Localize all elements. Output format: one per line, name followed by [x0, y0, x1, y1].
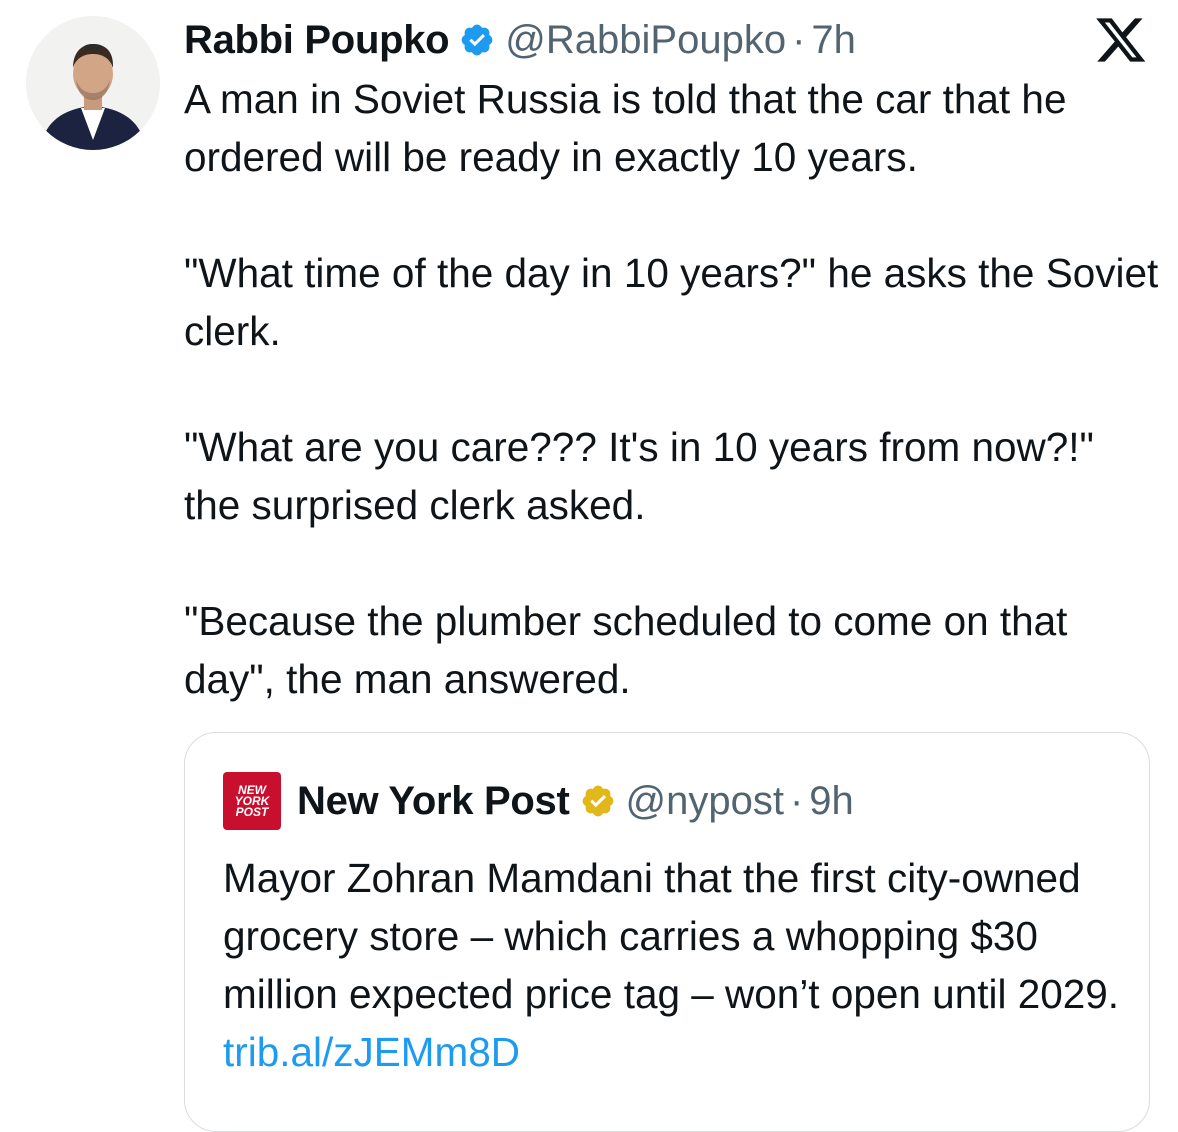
quoted-tweet-header: NEW YORK POST New York Post @nypost · 9h	[223, 772, 854, 830]
quoted-tweet-card[interactable]: NEW YORK POST New York Post @nypost · 9h…	[184, 732, 1150, 1132]
timestamp[interactable]: 7h	[811, 18, 856, 63]
tweet-paragraph: "What time of the day in 10 years?" he a…	[184, 250, 1159, 354]
quoted-tweet-text: Mayor Zohran Mamdani that the first city…	[223, 855, 1120, 1017]
quoted-tweet-body: Mayor Zohran Mamdani that the first city…	[223, 849, 1123, 1081]
tweet-paragraph: "What are you care??? It's in 10 years f…	[184, 424, 1094, 528]
quoted-tweet-link[interactable]: trib.al/zJEMm8D	[223, 1029, 520, 1075]
separator-dot: ·	[792, 17, 806, 62]
quoted-author-handle[interactable]: @nypost	[626, 779, 784, 824]
quoted-author-name[interactable]: New York Post	[297, 779, 570, 824]
nypost-logo-line: POST	[235, 804, 269, 819]
tweet-paragraph: "Because the plumber scheduled to come o…	[184, 598, 1068, 702]
author-avatar[interactable]	[26, 16, 160, 150]
author-handle[interactable]: @RabbiPoupko	[505, 18, 786, 63]
author-name[interactable]: Rabbi Poupko	[184, 18, 450, 63]
tweet-header: Rabbi Poupko @RabbiPoupko · 7h	[184, 14, 856, 66]
separator-dot: ·	[789, 778, 804, 823]
nypost-logo[interactable]: NEW YORK POST	[223, 772, 281, 830]
gold-verified-badge-icon	[580, 783, 616, 819]
verified-badge-icon	[459, 22, 495, 58]
tweet-paragraph: A man in Soviet Russia is told that the …	[184, 76, 1067, 180]
tweet-body: A man in Soviet Russia is told that the …	[184, 70, 1159, 708]
x-logo-icon	[1094, 16, 1146, 64]
quoted-timestamp[interactable]: 9h	[809, 779, 854, 824]
